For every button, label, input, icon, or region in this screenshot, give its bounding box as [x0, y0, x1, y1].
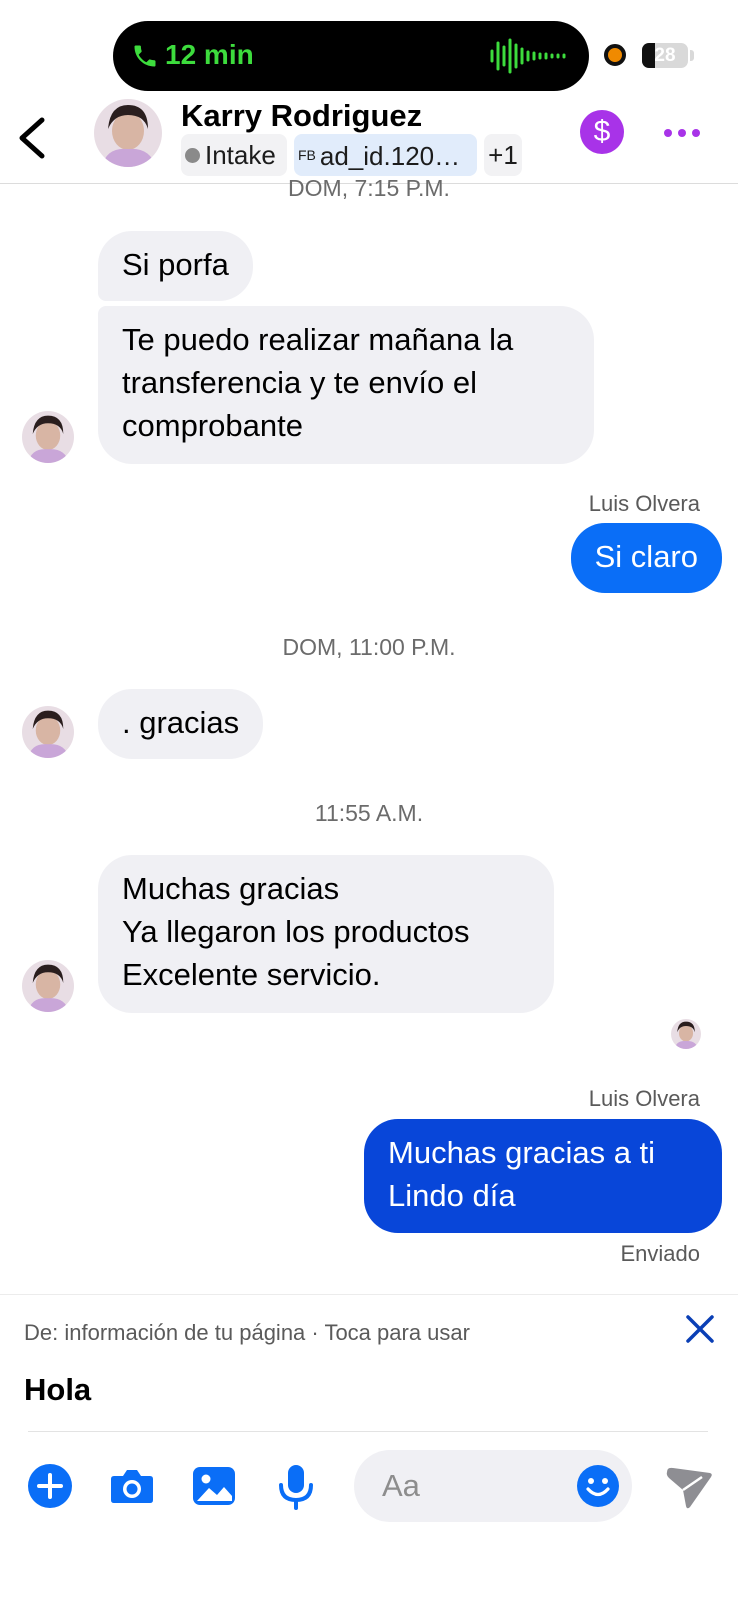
delivery-status: Enviado	[620, 1241, 700, 1266]
contact-avatar-small[interactable]	[22, 411, 74, 463]
message-text: Muchas gracias	[122, 871, 340, 906]
timestamp: DOM, 11:00 P.M.	[282, 634, 456, 660]
contact-avatar[interactable]	[94, 99, 162, 167]
sender-name: Luis Olvera	[588, 491, 700, 516]
emoji-icon[interactable]	[576, 1464, 620, 1508]
avatar-photo	[671, 1019, 701, 1049]
status-dot-icon	[185, 148, 200, 163]
timestamp: DOM, 7:15 P.M.	[288, 175, 450, 201]
avatar-photo	[22, 960, 74, 1012]
message-input-placeholder: Aa	[382, 1468, 420, 1503]
call-duration: 12 min	[165, 39, 254, 70]
suggestion-source: De: información de tu página · Toca para…	[24, 1320, 470, 1345]
label-chip-intake[interactable]: Intake	[181, 134, 287, 176]
message-text: Excelente servicio.	[122, 957, 381, 992]
facebook-source-tag: FB	[298, 147, 316, 163]
close-icon[interactable]	[684, 1313, 716, 1345]
message-text: Ya llegaron los productos	[122, 914, 470, 949]
outgoing-message[interactable]: Si claro	[570, 523, 722, 593]
contact-avatar-small[interactable]	[22, 960, 74, 1012]
camera-icon[interactable]	[108, 1462, 156, 1510]
message-text: Te puedo realizar mañana la	[122, 322, 514, 357]
sender-name: Luis Olvera	[588, 1086, 700, 1111]
send-icon[interactable]	[664, 1464, 714, 1510]
microphone-icon[interactable]	[272, 1462, 320, 1510]
message-text: Si porfa	[122, 247, 229, 282]
back-chevron-icon[interactable]	[14, 116, 50, 160]
menu-dot	[664, 129, 672, 137]
label-chip-text: Intake	[205, 140, 276, 170]
incoming-message[interactable]: Te puedo realizar mañana la transferenci…	[98, 306, 594, 464]
incoming-message[interactable]: Si porfa	[98, 231, 253, 301]
menu-dot	[692, 129, 700, 137]
message-text: Muchas gracias a ti	[388, 1135, 656, 1170]
message-text: Si claro	[594, 539, 698, 574]
message-text: . gracias	[122, 705, 240, 740]
message-text: Lindo día	[388, 1178, 516, 1213]
avatar-photo	[22, 411, 74, 463]
incoming-message[interactable]: . gracias	[98, 689, 264, 759]
recording-indicator-icon	[604, 44, 626, 66]
plus-circle-icon[interactable]	[26, 1462, 74, 1510]
read-receipt-avatar	[671, 1019, 701, 1049]
saved-reply-suggestion[interactable]: De: información de tu página · Toca para…	[0, 1294, 738, 1432]
gallery-icon[interactable]	[190, 1462, 238, 1510]
message-input[interactable]: Aa	[354, 1450, 632, 1522]
suggestion-text[interactable]: Hola	[24, 1371, 91, 1409]
outgoing-message[interactable]: Muchas gracias a ti Lindo día	[364, 1119, 722, 1233]
menu-dot	[678, 129, 686, 137]
avatar-photo	[94, 99, 162, 167]
dollar-icon[interactable]: $	[580, 110, 624, 154]
ad-id-chip[interactable]: FB ad_id.120…	[294, 134, 477, 176]
more-labels-chip[interactable]: +1	[484, 134, 522, 176]
ad-id-text: ad_id.120…	[319, 141, 461, 171]
audio-waveform-icon	[490, 38, 566, 74]
phone-icon	[134, 45, 156, 67]
message-composer: Aa	[0, 1432, 738, 1600]
message-text: transferencia y te envío el	[122, 365, 477, 400]
conversation-header: Karry Rodriguez Intake FB ad_id.120… +1 $	[0, 96, 738, 184]
battery-level: 28	[654, 45, 676, 66]
contact-name[interactable]: Karry Rodriguez	[181, 96, 422, 136]
incoming-message[interactable]: Muchas gracias Ya llegaron los productos…	[98, 855, 554, 1013]
contact-avatar-small[interactable]	[22, 706, 74, 758]
battery-icon: 28	[642, 43, 688, 68]
battery-tip	[690, 50, 694, 61]
dynamic-island[interactable]: 12 min	[113, 21, 589, 91]
avatar-photo	[22, 706, 74, 758]
more-icon[interactable]	[664, 120, 704, 144]
message-text: comprobante	[122, 408, 303, 443]
timestamp: 11:55 A.M.	[314, 800, 424, 826]
